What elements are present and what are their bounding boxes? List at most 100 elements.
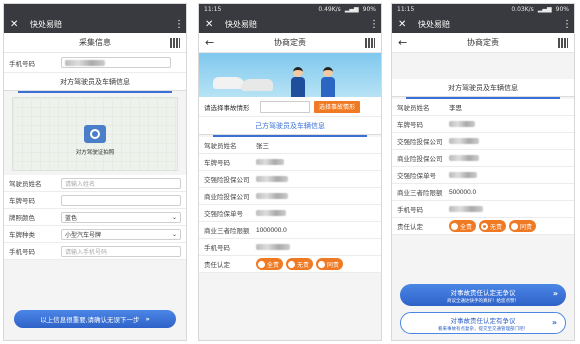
spacer [392, 53, 574, 79]
plate-type-select[interactable]: 小型汽车号牌 ⌄ [61, 228, 181, 240]
option-shared-responsibility[interactable]: 同责 [509, 220, 537, 232]
confirm-label: 以上信息很重要,请确认无误下一步 [40, 317, 140, 324]
back-arrow-icon[interactable]: ← [205, 36, 219, 49]
option-shared-responsibility[interactable]: 同责 [316, 258, 344, 270]
section-title: 对方驾驶员及车辆信息 [392, 79, 574, 97]
select-accident-button[interactable]: 选择事故情形 [314, 100, 361, 113]
info-label: 商业险投保公司 [204, 194, 250, 201]
no-dispute-button[interactable]: 对事故责任认定无争议 商议全通达快手的真好！给您点赞！ » [400, 284, 566, 306]
section-title: 对方驾驶员及车辆信息 [4, 73, 186, 91]
status-speed: 0.49K/s [318, 6, 341, 13]
redacted-value [449, 138, 479, 144]
chevron-down-icon: ⌄ [171, 231, 177, 238]
no-dispute-sub: 商议全通达快手的真好！给您点赞！ [447, 297, 519, 303]
section-title: 己方驾驶员及车辆信息 [199, 117, 381, 135]
option-label: 无责 [297, 262, 310, 269]
info-label: 交强险投保公司 [204, 177, 250, 184]
camera-icon [84, 125, 106, 143]
plate-type-value: 小型汽车号牌 [65, 232, 102, 239]
plate-color-value: 蓝色 [65, 215, 78, 222]
more-icon[interactable]: ⋮ [562, 19, 572, 30]
accident-type-field[interactable] [260, 100, 310, 113]
responsibility-row: 责任认定 全责 无责 同责 [392, 218, 574, 235]
field-row: 手机号码 请输入手机号码 [4, 243, 186, 260]
info-row: 驾驶员姓名 张三 [199, 137, 381, 154]
close-icon[interactable]: ✕ [10, 19, 24, 30]
dispute-button[interactable]: 对事故责任认定有争议 看来事故有点复杂，提交至交通管理部门吧！ » [400, 312, 566, 334]
info-row: 驾驶员姓名 李思 [392, 99, 574, 116]
driver-name-input[interactable]: 请输入姓名 [61, 177, 181, 189]
option-label: 全责 [460, 224, 473, 231]
info-label: 交强险保单号 [397, 173, 436, 180]
person-illustration [291, 67, 305, 97]
option-full-responsibility[interactable]: 全责 [256, 258, 284, 270]
status-bar: 11:15 0.03K/s ▂▄▆ 90% [392, 4, 574, 15]
option-full-responsibility[interactable]: 全责 [449, 220, 477, 232]
field-label: 车牌号码 [9, 198, 35, 205]
close-icon[interactable]: ✕ [398, 19, 412, 30]
page-title: 协商定责 [467, 38, 499, 47]
phone-screen-collect-info: ✕ 快处易赔 ⋮ 采集信息 手机号码 对方驾驶员及车辆信息 对方驾驶证拍照 驾驶… [3, 3, 187, 341]
radio-icon [451, 222, 458, 230]
info-row: 手机号码 [199, 239, 381, 256]
section-divider [18, 91, 172, 93]
status-battery: 90% [555, 6, 569, 13]
chevron-right-icon: » [551, 318, 557, 327]
info-row: 交强险保单号 [392, 167, 574, 184]
more-icon[interactable]: ⋮ [369, 19, 379, 30]
info-row: 交强险保单号 [199, 205, 381, 222]
option-label: 同责 [327, 262, 340, 269]
redacted-value [449, 206, 483, 212]
status-speed: 0.03K/s [511, 6, 534, 13]
option-no-responsibility[interactable]: 无责 [479, 220, 507, 232]
info-label: 商业三者险限额 [397, 190, 443, 197]
car-illustration [241, 79, 273, 91]
info-label: 手机号码 [204, 245, 230, 252]
field-row: 驾驶员姓名 请输入姓名 [4, 175, 186, 192]
license-photo-area[interactable]: 对方驾驶证拍照 [12, 97, 178, 171]
page-header: ← 协商定责 [199, 33, 381, 53]
info-row: 商业险投保公司 [199, 188, 381, 205]
radio-selected-icon [481, 222, 489, 230]
page-header: ← 协商定责 [392, 33, 574, 53]
redacted-value [449, 121, 475, 127]
field-row: 车牌种类 小型汽车号牌 ⌄ [4, 226, 186, 243]
radio-icon [288, 260, 296, 268]
status-time: 11:15 [204, 6, 222, 13]
banner-illustration [199, 53, 381, 97]
person-illustration [321, 67, 335, 97]
qr-code-icon[interactable] [170, 38, 180, 48]
radio-icon [511, 222, 519, 230]
info-label: 车牌号码 [397, 122, 423, 129]
close-icon[interactable]: ✕ [205, 19, 219, 30]
app-title: 快处易赔 [225, 19, 257, 29]
option-no-responsibility[interactable]: 无责 [286, 258, 314, 270]
phone-input[interactable]: 请输入手机号码 [61, 245, 181, 257]
info-label: 手机号码 [397, 207, 423, 214]
accident-type-label: 请选择事故情形 [204, 104, 250, 112]
phone-number-field[interactable] [61, 57, 171, 68]
field-label: 驾驶员姓名 [9, 181, 42, 188]
info-row: 商业三者险限额 500000.0 [392, 184, 574, 201]
info-value: 1000000.0 [256, 226, 287, 234]
plate-color-select[interactable]: 蓝色 ⌄ [61, 211, 181, 223]
redacted-value [449, 155, 479, 161]
info-row: 交强险投保公司 [199, 171, 381, 188]
plate-number-input[interactable] [61, 194, 181, 206]
field-label: 车牌种类 [9, 232, 35, 239]
confirm-next-button[interactable]: 以上信息很重要,请确认无误下一步 » [14, 310, 176, 328]
info-row: 车牌号码 [392, 116, 574, 133]
more-icon[interactable]: ⋮ [174, 19, 184, 30]
info-row: 商业险投保公司 [392, 150, 574, 167]
info-label: 驾驶员姓名 [397, 105, 430, 112]
phone-row: 手机号码 [4, 53, 186, 73]
info-label: 驾驶员姓名 [204, 143, 237, 150]
chevron-right-icon: » [552, 289, 558, 298]
qr-code-icon[interactable] [558, 38, 568, 48]
back-arrow-icon[interactable]: ← [398, 36, 412, 49]
qr-code-icon[interactable] [365, 38, 375, 48]
redacted-value [256, 159, 284, 165]
info-label: 交强险投保公司 [397, 139, 443, 146]
redacted-value [256, 244, 290, 250]
option-label: 无责 [490, 224, 503, 231]
